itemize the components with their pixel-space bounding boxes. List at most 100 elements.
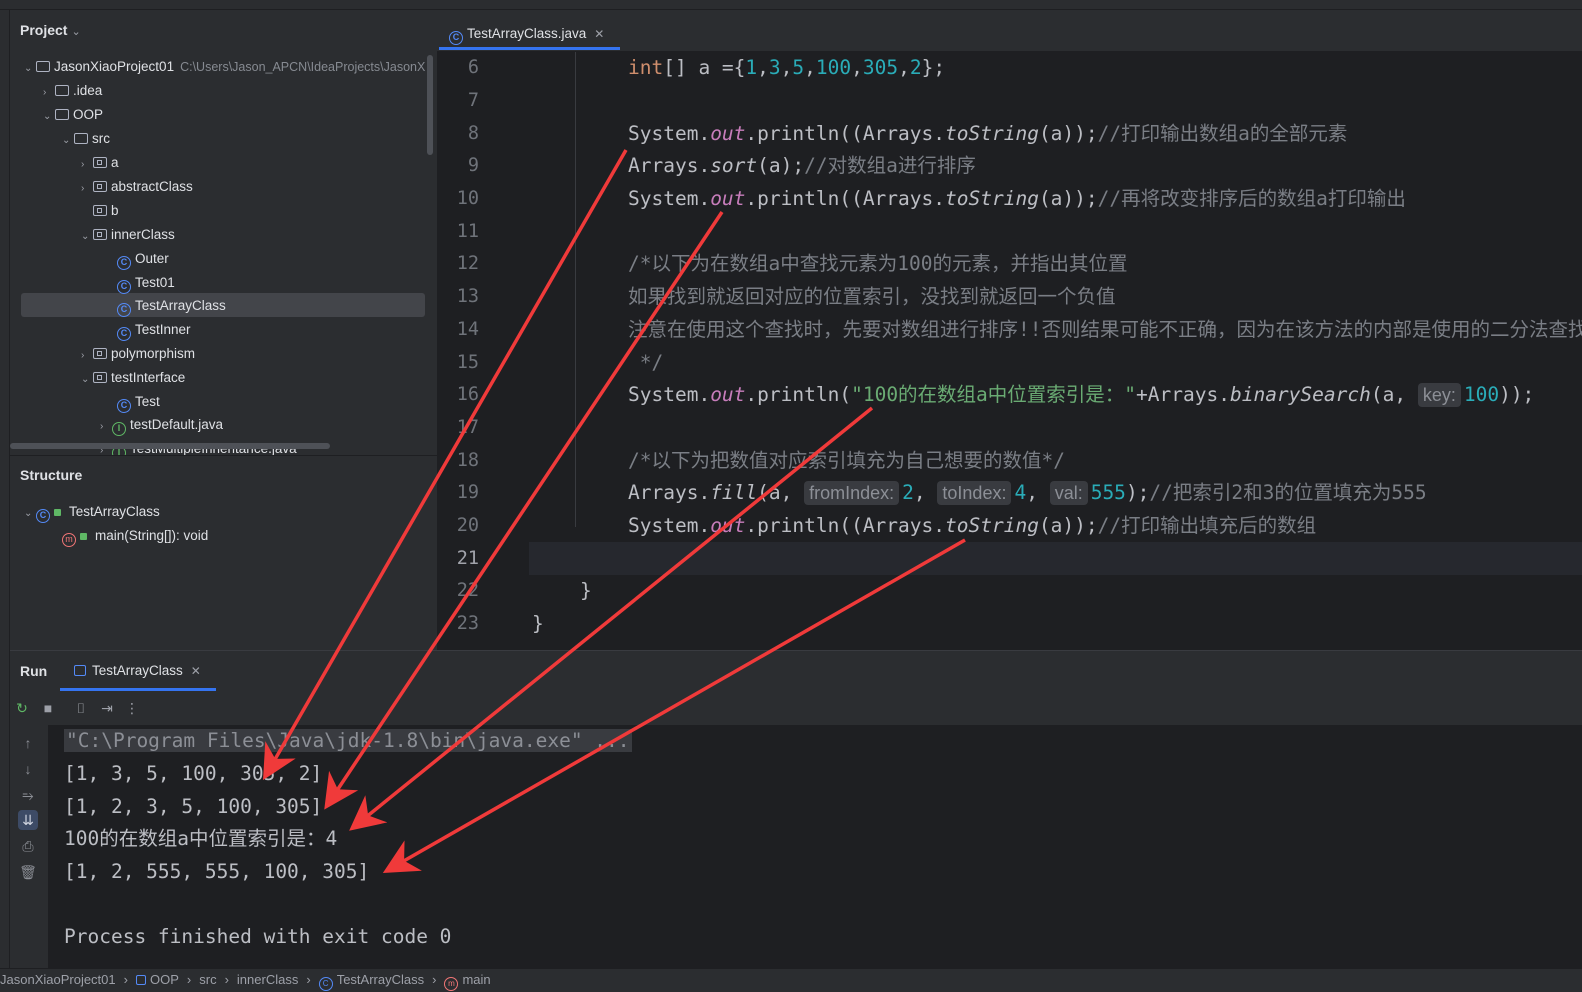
tree-item-label: testDefault.java [130, 417, 224, 432]
tree-horizontal-scrollbar[interactable] [10, 443, 330, 449]
run-tab-testarrayclass[interactable]: TestArrayClass ✕ [60, 651, 216, 691]
code-text: (a, [1370, 383, 1418, 406]
tree-item-package-abstractclass[interactable]: › abstractClass [81, 175, 193, 198]
code-text: Arrays. [628, 154, 711, 177]
chevron-right-icon[interactable]: › [81, 344, 93, 367]
tree-item-package-b[interactable]: b [81, 199, 119, 222]
line-number: 20 [456, 515, 479, 536]
line-number: 19 [456, 482, 479, 503]
chevron-right-icon[interactable]: › [100, 415, 112, 438]
parameter-hint: val: [1049, 481, 1088, 505]
stop-icon[interactable]: ■ [39, 699, 57, 717]
tree-item-idea[interactable]: › .idea [43, 79, 102, 102]
breadcrumb-separator-icon: › [186, 972, 192, 987]
code-text: (a, [757, 481, 805, 504]
chevron-down-icon[interactable]: ⌄ [81, 225, 93, 248]
code-line-23[interactable]: } [532, 608, 544, 640]
parameter-hint: fromIndex: [804, 481, 900, 505]
breadcrumb-project[interactable]: JasonXiaoProject01 [0, 972, 116, 987]
code-line-18[interactable]: /*以下为把数值对应索引填充为自己想要的数值*/ [628, 445, 1065, 477]
tree-item-oop[interactable]: ⌄ OOP [43, 103, 103, 126]
parameter-hint: key: [1417, 383, 1461, 407]
tree-item-class-test[interactable]: C Test [117, 390, 160, 413]
tree-vertical-scrollbar[interactable] [427, 55, 433, 155]
breadcrumb-module[interactable]: OOP [150, 972, 179, 987]
tree-item-class-outer[interactable]: C Outer [117, 247, 169, 270]
breadcrumb-src[interactable]: src [199, 972, 216, 987]
rerun-icon[interactable]: ↻ [13, 699, 31, 717]
breadcrumb-method[interactable]: main [462, 972, 490, 987]
code-line-12[interactable]: /*以下为在数组a中查找元素为100的元素，并指出其位置 [628, 248, 1127, 280]
screenshot-icon[interactable]: ⌷ [72, 699, 90, 717]
scroll-to-end-icon[interactable]: ⇊ [18, 810, 38, 830]
tree-item-package-testinterface[interactable]: ⌄ testInterface [81, 366, 185, 389]
tree-item-testdefault[interactable]: › ItestDefault.java [100, 413, 223, 436]
tree-item-package-a[interactable]: › a [81, 151, 119, 174]
chevron-down-icon[interactable]: ⌄ [81, 368, 93, 391]
tab-testarrayclass-java[interactable]: C TestArrayClass.java ✕ [437, 10, 622, 52]
comment: //对数组a进行排序 [804, 154, 976, 177]
tree-item-package-polymorphism[interactable]: › polymorphism [81, 342, 195, 365]
code-line-16[interactable]: System.out.println("100的在数组a中位置索引是："+Arr… [628, 379, 1534, 411]
line-number: 9 [467, 155, 479, 176]
soft-wrap-icon[interactable]: ⥱ [18, 785, 38, 805]
breadcrumb-package[interactable]: innerClass [237, 972, 298, 987]
code-editor[interactable]: 6 7 8 9 10 11 12 13 14 15 16 17 18 19 20… [437, 52, 1582, 650]
tool-window-strip [0, 10, 10, 968]
code-line-20[interactable]: System.out.println((Arrays.toString(a));… [628, 510, 1316, 542]
trash-icon[interactable]: 🗑 [18, 862, 38, 882]
tree-item-label: polymorphism [111, 346, 196, 361]
comment: //打印输出数组a的全部元素 [1097, 122, 1348, 145]
breadcrumb-class[interactable]: TestArrayClass [337, 972, 424, 987]
tree-item-class-test01[interactable]: C Test01 [117, 271, 175, 294]
class-icon: C [117, 303, 131, 317]
print-icon[interactable]: ⎙ [18, 836, 38, 856]
console-side-toolbar: ↑ ↓ ⥱ ⇊ ⎙ 🗑 [10, 725, 48, 969]
close-icon[interactable]: ✕ [191, 664, 201, 678]
tree-item-project-root[interactable]: ⌄ JasonXiaoProject01 C:\Users\Jason_APCN\I… [24, 55, 425, 78]
project-path: C:\Users\Jason_APCN\IdeaProjects\JasonX [180, 60, 426, 74]
close-icon[interactable]: ✕ [594, 27, 604, 41]
restore-layout-icon[interactable]: ⇥ [98, 699, 116, 717]
arrow-up-icon[interactable]: ↑ [18, 733, 38, 753]
tree-item-label: abstractClass [111, 179, 193, 194]
tree-item-class-testinner[interactable]: C TestInner [117, 318, 191, 341]
code-line-15[interactable]: */ [628, 347, 664, 379]
package-icon [93, 157, 107, 168]
code-text: (a)); [1038, 187, 1098, 210]
line-number: 15 [456, 352, 479, 373]
code-line-19[interactable]: Arrays.fill(a, fromIndex: 2, toIndex: 4, v… [628, 477, 1427, 509]
structure-method-item[interactable]: m main(String[]): void [62, 524, 208, 547]
code-line-6[interactable]: int[] a ={1,3,5,100,305,2}; [628, 52, 945, 84]
arrow-down-icon[interactable]: ↓ [18, 759, 38, 779]
line-number: 10 [456, 188, 479, 209]
chevron-down-icon[interactable]: ⌄ [24, 57, 36, 80]
structure-class-item[interactable]: ⌄ C TestArrayClass [24, 500, 160, 523]
structure-method-label: main(String[]): void [95, 528, 209, 543]
run-header: Run TestArrayClass ✕ [10, 651, 1582, 691]
breadcrumb-separator-icon: › [432, 972, 437, 987]
code-line-13[interactable]: 如果找到就返回对应的位置索引，没找到就返回一个负值 [628, 281, 1116, 313]
chevron-right-icon[interactable]: › [43, 81, 55, 104]
console-output[interactable]: "C:\Program Files\Java\jdk-1.8\bin\java.… [48, 725, 1582, 969]
code-line-10[interactable]: System.out.println((Arrays.toString(a));… [628, 183, 1406, 215]
project-view-selector[interactable]: Project ⌄ [20, 22, 81, 38]
code-text: )); [1499, 383, 1535, 406]
method-icon: m [62, 533, 76, 547]
code-line-8[interactable]: System.out.println((Arrays.toString(a));… [628, 118, 1347, 150]
chevron-down-icon[interactable]: ⌄ [24, 502, 36, 525]
tree-item-package-innerclass[interactable]: ⌄ innerClass [81, 223, 175, 246]
static-field: out [710, 187, 746, 210]
chevron-down-icon[interactable]: ⌄ [71, 26, 80, 38]
chevron-down-icon[interactable]: ⌄ [62, 129, 74, 152]
more-options-icon[interactable]: ⋮ [123, 699, 141, 717]
code-text: System. [628, 383, 711, 406]
chevron-right-icon[interactable]: › [81, 177, 93, 200]
chevron-right-icon[interactable]: › [81, 153, 93, 176]
code-line-14[interactable]: 注意在使用这个查找时，先要对数组进行排序!!否则结果可能不正确，因为在该方法的内… [628, 314, 1582, 346]
code-line-22[interactable]: } [580, 575, 592, 607]
tree-item-src[interactable]: ⌄ src [62, 127, 110, 150]
chevron-down-icon[interactable]: ⌄ [43, 105, 55, 128]
code-line-9[interactable]: Arrays.sort(a);//对数组a进行排序 [628, 150, 976, 182]
tree-item-class-testarrayclass[interactable]: C TestArrayClass [117, 294, 226, 317]
